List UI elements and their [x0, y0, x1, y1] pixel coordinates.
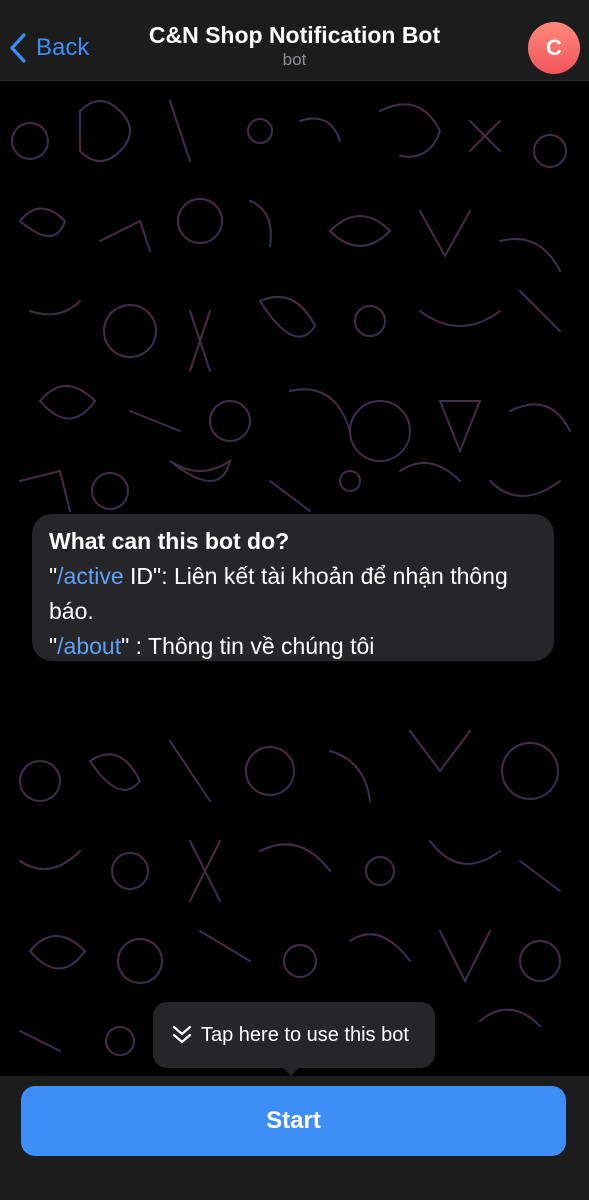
chevron-left-icon	[10, 33, 26, 63]
chat-subtitle: bot	[282, 50, 307, 69]
double-chevron-down-icon	[172, 1025, 192, 1044]
chat-title-block[interactable]: C&N Shop Notification Bot bot	[110, 20, 479, 70]
quote-mark: "	[49, 633, 58, 659]
start-button[interactable]: Start	[21, 1086, 566, 1156]
back-label: Back	[36, 34, 90, 61]
tooltip-arrow	[281, 1066, 301, 1076]
bot-info-heading: What can this bot do?	[49, 528, 290, 554]
back-button[interactable]: Back	[8, 28, 89, 68]
chat-header: Back C&N Shop Notification Bot bot C	[0, 0, 589, 81]
command-active-link[interactable]: /active	[57, 563, 123, 589]
bot-info-line-active: "/active ID": Liên kết tài khoản để nhận…	[49, 559, 538, 629]
quote-mark: "	[49, 563, 58, 589]
chat-title: C&N Shop Notification Bot	[148, 22, 441, 48]
use-bot-tooltip[interactable]: Tap here to use this bot	[153, 1002, 435, 1068]
tooltip-label: Tap here to use this bot	[201, 1023, 409, 1046]
bot-info-line-about: "/about" : Thông tin về chúng tôi	[49, 629, 538, 664]
command-about-link[interactable]: /about	[57, 633, 121, 659]
avatar[interactable]: C	[528, 22, 580, 74]
command-about-description: " : Thông tin về chúng tôi	[121, 633, 375, 659]
avatar-initial: C	[546, 35, 562, 60]
bot-info-card: What can this bot do? "/active ID": Liên…	[32, 514, 554, 661]
